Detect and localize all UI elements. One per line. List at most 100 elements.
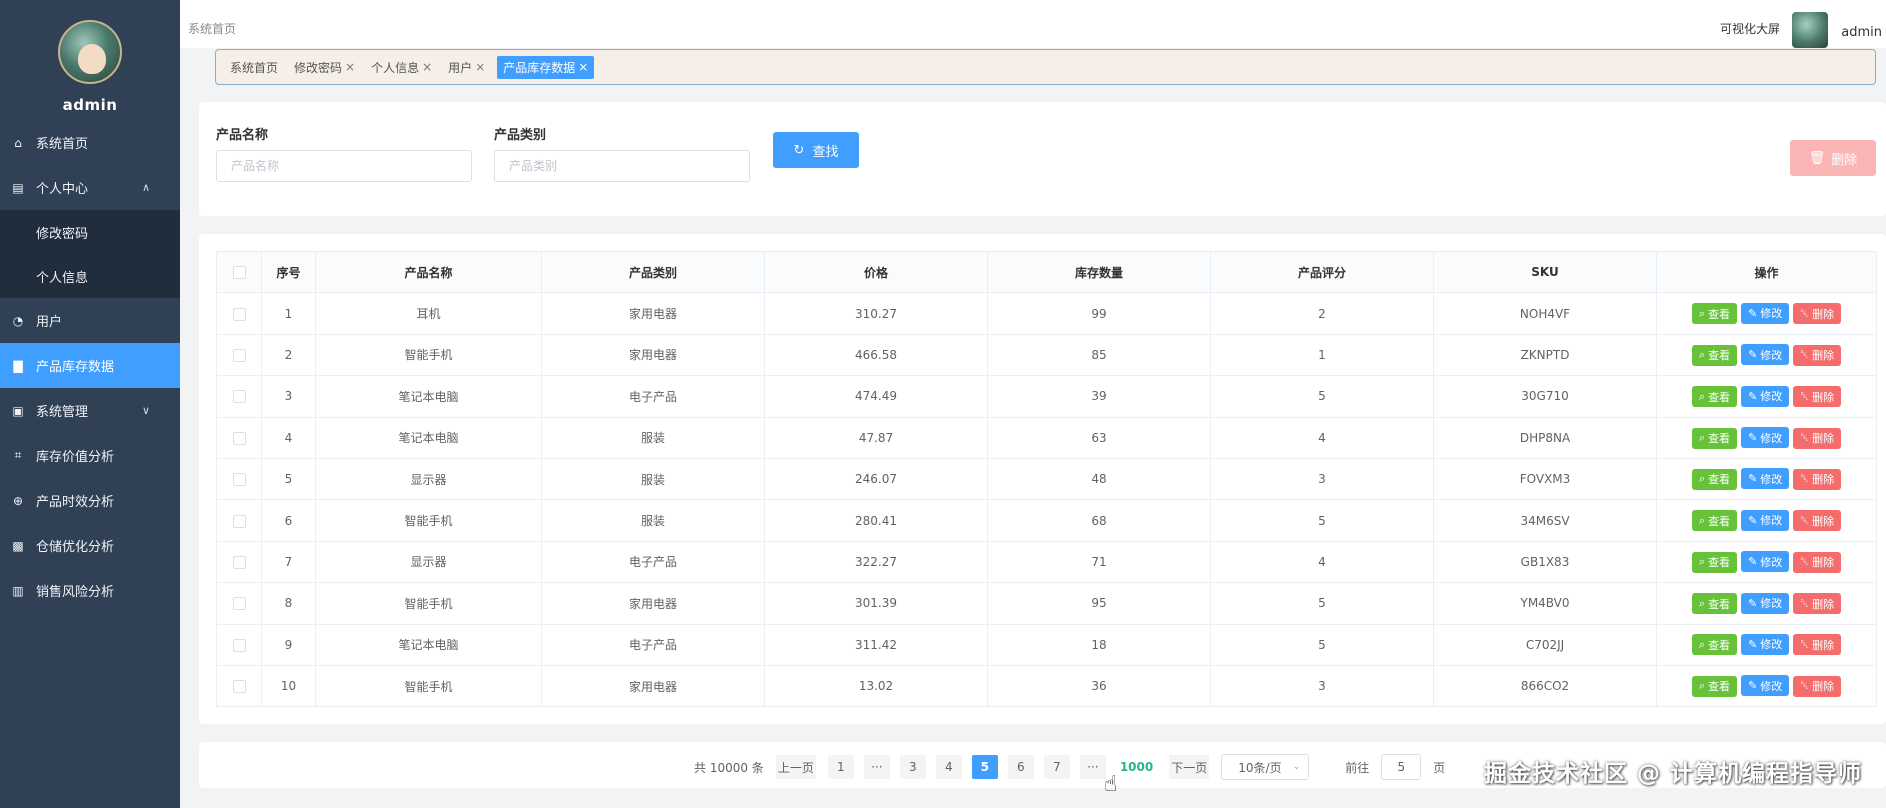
delete-label: 删除 bbox=[1812, 680, 1835, 694]
row-checkbox[interactable] bbox=[232, 473, 246, 487]
avatar[interactable] bbox=[58, 20, 122, 84]
page-number[interactable]: 6 bbox=[1007, 755, 1034, 779]
delete-button[interactable]: ␡ 删除 bbox=[1793, 510, 1842, 532]
page-number[interactable]: 1 bbox=[827, 755, 854, 779]
view-button[interactable]: ⌕ 查看 bbox=[1691, 675, 1738, 697]
sidebar-item-0[interactable]: ⌂ 系统首页 bbox=[0, 120, 180, 165]
next-page-button[interactable]: 下一页 bbox=[1169, 755, 1210, 779]
sidebar-item-7[interactable]: ⌗ 库存价值分析 bbox=[0, 433, 180, 478]
user-icon: ◔ bbox=[12, 313, 24, 328]
view-button[interactable]: ⌕ 查看 bbox=[1691, 634, 1738, 656]
header-avatar[interactable] bbox=[1792, 12, 1828, 48]
edit-button[interactable]: ✎ 修改 bbox=[1741, 592, 1790, 614]
tag-1[interactable]: 修改密码 × bbox=[290, 56, 359, 79]
row-checkbox[interactable] bbox=[232, 680, 246, 694]
edit-button[interactable]: ✎ 修改 bbox=[1741, 509, 1790, 531]
row-select-cell bbox=[216, 333, 262, 377]
tag-2[interactable]: 个人信息 × bbox=[367, 56, 436, 79]
edit-button[interactable]: ✎ 修改 bbox=[1741, 551, 1790, 573]
tag-4[interactable]: 产品库存数据 × bbox=[497, 55, 595, 79]
sidebar-item-label: 系统管理 bbox=[36, 405, 89, 420]
column-header: 价格 bbox=[764, 250, 988, 294]
page-size-value: 10条/页 bbox=[1238, 760, 1282, 775]
view-button[interactable]: ⌕ 查看 bbox=[1691, 468, 1738, 490]
close-icon[interactable]: × bbox=[422, 60, 432, 74]
row-checkbox[interactable] bbox=[232, 390, 246, 404]
delete-button[interactable]: ␡ 删除 bbox=[1793, 386, 1842, 408]
page-number[interactable]: 3 bbox=[899, 755, 926, 779]
page-number[interactable]: 4 bbox=[935, 755, 962, 779]
edit-button[interactable]: ✎ 修改 bbox=[1741, 633, 1790, 655]
view-button[interactable]: ⌕ 查看 bbox=[1691, 427, 1738, 449]
big-screen-link[interactable]: 可视化大屏 bbox=[1720, 20, 1780, 37]
more-pages-icon[interactable]: ··· bbox=[863, 755, 890, 779]
sidebar-item-8[interactable]: ⊕ 产品时效分析 bbox=[0, 478, 180, 523]
row-checkbox[interactable] bbox=[232, 597, 246, 611]
page-size-select[interactable]: 10条/页 ⌄ bbox=[1221, 754, 1310, 780]
sidebar-item-4[interactable]: ◔ 用户 bbox=[0, 298, 180, 343]
table-row: 5 显示器 服装 246.07 48 3 FOVXM3 ⌕ 查看 ✎ 修改 ␡ 删除 bbox=[216, 457, 1877, 501]
sidebar-item-2[interactable]: 修改密码 bbox=[0, 210, 180, 254]
page-number[interactable]: 7 bbox=[1043, 755, 1070, 779]
header-username[interactable]: admin bbox=[1841, 25, 1882, 40]
view-button[interactable]: ⌕ 查看 bbox=[1691, 303, 1738, 325]
edit-button[interactable]: ✎ 修改 bbox=[1741, 344, 1790, 366]
product-category-input[interactable] bbox=[494, 150, 750, 182]
delete-button[interactable]: ␡ 删除 bbox=[1793, 427, 1842, 449]
product-name-input[interactable] bbox=[216, 150, 472, 182]
row-checkbox[interactable] bbox=[232, 348, 246, 362]
view-button[interactable]: ⌕ 查看 bbox=[1691, 593, 1738, 615]
view-button[interactable]: ⌕ 查看 bbox=[1691, 510, 1738, 532]
tag-0[interactable]: 系统首页 bbox=[226, 56, 282, 79]
delete-button[interactable]: ␡ 删除 bbox=[1793, 468, 1842, 490]
row-checkbox[interactable] bbox=[232, 514, 246, 528]
delete-button[interactable]: ␡ 删除 bbox=[1793, 303, 1842, 325]
row-checkbox[interactable] bbox=[232, 555, 246, 569]
table-cell: 9 bbox=[261, 623, 316, 666]
search-button[interactable]: ↻ 查找 bbox=[773, 132, 859, 168]
close-icon[interactable]: × bbox=[475, 60, 485, 74]
edit-button[interactable]: ✎ 修改 bbox=[1741, 385, 1790, 407]
delete-button[interactable]: ␡ 删除 bbox=[1793, 344, 1842, 366]
select-all-checkbox[interactable] bbox=[232, 266, 246, 280]
prev-page-button[interactable]: 上一页 bbox=[775, 755, 816, 779]
sidebar-item-3[interactable]: 个人信息 bbox=[0, 254, 180, 298]
edit-icon: ✎ bbox=[1748, 306, 1758, 320]
trash-icon: ␡ bbox=[1800, 348, 1810, 362]
edit-button[interactable]: ✎ 修改 bbox=[1741, 675, 1790, 697]
table-cell: 显示器 bbox=[315, 540, 542, 584]
sidebar-submenu: 修改密码 个人信息 bbox=[0, 210, 180, 298]
close-icon[interactable]: × bbox=[345, 60, 355, 74]
sidebar-item-10[interactable]: ▥ 销售风险分析 bbox=[0, 568, 180, 613]
sidebar-item-5[interactable]: ▇ 产品库存数据 bbox=[0, 343, 180, 388]
row-checkbox[interactable] bbox=[232, 431, 246, 445]
page-number[interactable]: 5 bbox=[971, 755, 998, 779]
delete-button[interactable]: ␡ 删除 bbox=[1793, 593, 1842, 615]
edit-label: 修改 bbox=[1760, 307, 1783, 321]
edit-button[interactable]: ✎ 修改 bbox=[1741, 468, 1790, 490]
delete-button[interactable]: ␡ 删除 bbox=[1793, 675, 1842, 697]
batch-delete-button[interactable]: 🗑 删除 bbox=[1790, 140, 1876, 176]
edit-button[interactable]: ✎ 修改 bbox=[1741, 427, 1790, 448]
row-checkbox[interactable] bbox=[232, 638, 246, 652]
edit-button[interactable]: ✎ 修改 bbox=[1741, 302, 1790, 324]
sidebar-item-6[interactable]: ▣ 系统管理 ∨ bbox=[0, 388, 180, 433]
more-pages-icon[interactable]: ··· bbox=[1079, 755, 1106, 779]
delete-button[interactable]: ␡ 删除 bbox=[1793, 551, 1842, 573]
search-panel: 产品名称 产品类别 ↻ 查找 🗑 删除 bbox=[199, 102, 1886, 216]
sidebar-item-label: 用户 bbox=[36, 315, 63, 330]
view-button[interactable]: ⌕ 查看 bbox=[1691, 386, 1738, 408]
row-checkbox[interactable] bbox=[232, 307, 246, 321]
sidebar-item-9[interactable]: ▩ 仓储优化分析 bbox=[0, 523, 180, 568]
close-icon[interactable]: × bbox=[578, 60, 588, 74]
tag-3[interactable]: 用户 × bbox=[444, 56, 489, 79]
delete-button[interactable]: ␡ 删除 bbox=[1793, 634, 1842, 656]
breadcrumb[interactable]: 系统首页 bbox=[188, 20, 236, 37]
row-select-cell bbox=[216, 375, 262, 418]
sidebar-item-1[interactable]: ▤ 个人中心 ∧ bbox=[0, 165, 180, 210]
page-number[interactable]: 1000 bbox=[1116, 755, 1157, 779]
goto-page-input[interactable] bbox=[1381, 754, 1422, 780]
view-button[interactable]: ⌕ 查看 bbox=[1691, 344, 1738, 366]
table-cell: 1 bbox=[261, 292, 316, 335]
view-button[interactable]: ⌕ 查看 bbox=[1691, 551, 1738, 573]
